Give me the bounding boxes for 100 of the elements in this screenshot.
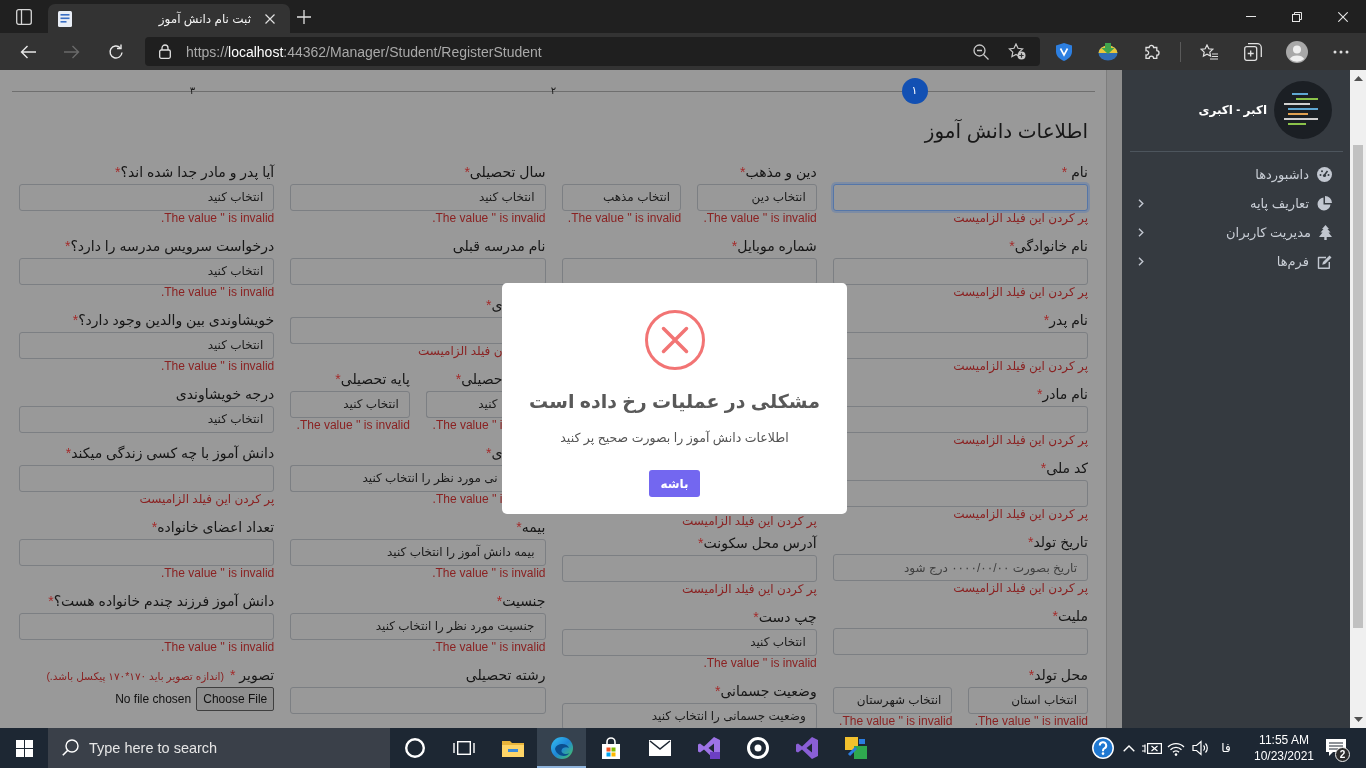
page-icon	[58, 10, 72, 27]
tree-icon	[1319, 225, 1332, 240]
speaker-icon	[1192, 740, 1210, 756]
error-message: پر کردن این فیلد الزامیست	[952, 285, 1088, 300]
error-message: The value '' is invalid.	[431, 566, 546, 581]
avatar-picture	[1274, 81, 1332, 139]
dropdown-field[interactable]: انتخاب کنید	[19, 258, 275, 285]
user-name: اکبر - اکبری	[1198, 103, 1267, 117]
restore-icon	[1292, 11, 1302, 22]
pie-chart-icon	[1317, 196, 1332, 211]
error-x-icon	[644, 310, 705, 370]
field-label: نام مدرسه قبلی	[451, 237, 546, 256]
text-input[interactable]	[832, 258, 1088, 285]
error-message: The value '' is invalid.	[431, 640, 546, 655]
field-label: محل تولد*	[1027, 666, 1088, 685]
dropdown-field[interactable]: انتخاب کنید	[561, 629, 817, 656]
error-message: پر کردن این فیلد الزامیست	[952, 359, 1088, 374]
field-label: دانش آموز فرزند چندم خانواده هست؟*	[47, 592, 275, 611]
sidebar-item[interactable]: مدیریت کاربران	[1122, 218, 1350, 247]
magnifier-minus-icon	[973, 43, 989, 60]
error-message: The value '' is invalid.	[159, 640, 275, 655]
tab-panel-icon	[16, 8, 32, 25]
error-message: پر کردن این فیلد الزامیست	[952, 433, 1088, 448]
text-input[interactable]: تاریخ بصورت ۰۰۰۰/۰۰/۰۰ درج شود	[832, 554, 1088, 581]
text-input[interactable]	[19, 465, 275, 492]
zoom-out-button[interactable]	[973, 43, 989, 60]
text-input[interactable]	[290, 317, 503, 344]
language-indicator[interactable]: فا	[1213, 728, 1239, 768]
browser-tab[interactable]: ثبت نام دانش آموز	[48, 4, 290, 33]
text-input[interactable]	[832, 184, 1088, 211]
sidebar-item[interactable]: تعاریف پایه	[1122, 189, 1350, 218]
text-input[interactable]	[19, 539, 275, 566]
address-bar[interactable]: https://localhost:44362/Manager/Student/RegisterStudent	[145, 37, 1040, 66]
sidebar-item[interactable]: فرم‌ها	[1122, 247, 1350, 276]
text-input[interactable]	[290, 258, 546, 285]
forward-arrow-icon	[64, 44, 80, 59]
dropdown-field[interactable]: انتخاب کنید	[19, 184, 275, 211]
dropdown-field[interactable]: انتخاب دین	[697, 184, 817, 211]
error-message: پر کردن این فیلد الزامیست	[952, 507, 1088, 522]
error-message: The value '' is invalid.	[566, 211, 682, 226]
field-label: نام *	[1060, 163, 1088, 182]
refresh-icon	[108, 43, 124, 60]
text-input[interactable]	[561, 258, 817, 285]
more-icon	[1333, 49, 1349, 54]
scroll-up-icon	[1353, 76, 1363, 81]
chevron-icon	[1138, 257, 1144, 266]
field-label: پایه تحصیلی*	[334, 370, 410, 389]
dropdown-field[interactable]: وضعیت جسمانی را انتخاب کنید	[561, 703, 817, 728]
field-label: آدرس محل سکونت*	[697, 534, 817, 553]
dropdown-field[interactable]: کنید	[425, 391, 503, 418]
field-label: حصیلی*	[454, 370, 503, 389]
close-icon	[1338, 11, 1348, 22]
dropdown-field[interactable]: انتخاب شهرستان	[832, 687, 953, 714]
size-note: (اندازه تصویر باید ۱۷۰*۱۷۰ پیکسل باشد.)	[46, 670, 224, 682]
text-input[interactable]	[19, 613, 275, 640]
scrollbar-thumb[interactable]	[1353, 145, 1363, 628]
scrollbar[interactable]	[1350, 70, 1366, 728]
field-label: رشته تحصیلی	[464, 666, 546, 685]
chevron-icon	[1138, 228, 1144, 237]
field-label: درجه خویشاوندی	[174, 385, 275, 404]
dropdown-field[interactable]: انتخاب مذهب	[561, 184, 682, 211]
dropdown-field[interactable]: نی مورد نظر را انتخاب کنید	[290, 465, 503, 492]
dropdown-field[interactable]: انتخاب کنید	[290, 184, 546, 211]
field-label: تاریخ تولد*	[1027, 533, 1088, 552]
field-label: نام مادر*	[1036, 385, 1088, 404]
shopping-bag-icon	[599, 737, 622, 759]
add-favorite-button[interactable]	[1008, 43, 1026, 60]
clock-button[interactable]: 11:55 AM 10/23/2021	[1247, 728, 1321, 768]
battery-cross-icon	[1142, 741, 1162, 755]
dropdown-field[interactable]: جنسیت مورد نظر را انتخاب کنید	[290, 613, 546, 640]
error-message: پر کردن این فیلد الزامیست	[681, 514, 817, 529]
dropdown-field[interactable]: انتخاب کنید	[19, 406, 275, 433]
notifications-button[interactable]: 2	[1321, 728, 1351, 768]
text-input[interactable]	[832, 628, 1088, 655]
field-label: چپ دست*	[752, 608, 817, 627]
error-message: پر کردن این فیلد الزامیست	[138, 492, 275, 507]
dropdown-field[interactable]: انتخاب استان	[968, 687, 1088, 714]
choose-file-button[interactable]: Choose File	[196, 687, 275, 711]
notification-badge: 2	[1335, 747, 1350, 762]
text-input[interactable]	[561, 555, 817, 582]
sidebar-item[interactable]: داشبوردها	[1122, 160, 1350, 189]
error-message: The value '' is invalid.	[295, 418, 410, 433]
field-label: نام پدر*	[1042, 311, 1088, 330]
shield-icon	[1056, 42, 1072, 61]
search-field[interactable]: Type here to search	[48, 728, 390, 768]
ribbon-logo-icon	[697, 737, 720, 759]
back-arrow-icon	[20, 44, 36, 59]
puzzle-icon	[1143, 43, 1161, 60]
dropdown-field[interactable]: بیمه دانش آموز را انتخاب کنید	[290, 539, 546, 566]
field-label: جنسیت*	[495, 592, 546, 611]
dropdown-field[interactable]: انتخاب کنید	[19, 332, 275, 359]
folder-icon	[501, 739, 524, 757]
ribbon-logo-icon	[795, 737, 818, 759]
text-input[interactable]	[290, 687, 546, 714]
lock-icon	[159, 44, 171, 59]
error-message: پر کردن این فیلد الزامیست	[952, 211, 1088, 226]
color-tiles-icon	[844, 737, 867, 759]
dropdown-field[interactable]: انتخاب کنید	[290, 391, 410, 418]
field-label: نام خانوادگی*	[1008, 237, 1088, 256]
ok-button[interactable]: باشه	[649, 470, 700, 497]
